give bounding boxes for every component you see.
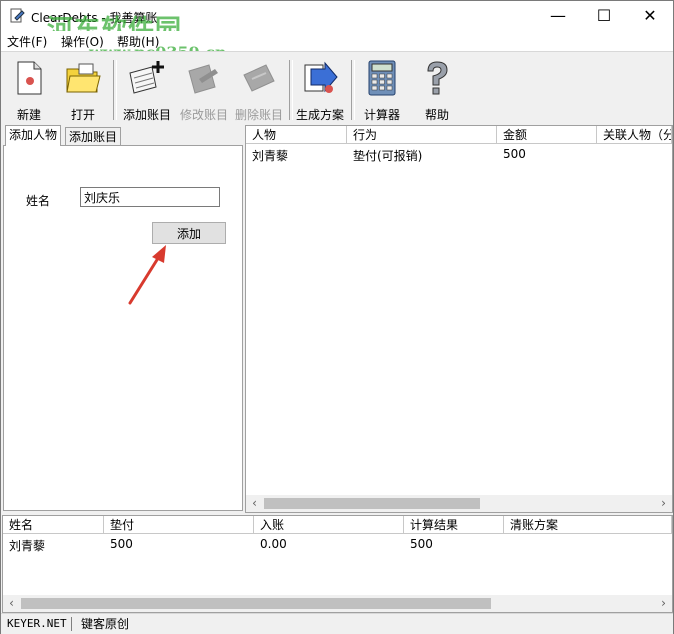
cell-advance: 500 — [110, 537, 133, 551]
name-label: 姓名 — [26, 194, 51, 208]
status-divider — [71, 617, 72, 631]
edit-note-icon — [188, 64, 218, 94]
accounts-list[interactable]: 人物 行为 金额 关联人物（分 刘青藜 垫付(可报销) 500 ‹ › — [245, 125, 673, 513]
scroll-left-icon[interactable]: ‹ — [246, 495, 263, 512]
help-question-icon — [427, 61, 448, 95]
help-label: 帮助 — [424, 108, 449, 122]
close-button[interactable]: ✕ — [627, 1, 673, 31]
annotation-arrow-icon — [128, 245, 166, 305]
help-button[interactable]: 帮助 — [413, 57, 461, 123]
col-header-person[interactable]: 人物 — [246, 126, 347, 144]
edit-account-button[interactable]: 修改账目 — [176, 57, 232, 123]
col-header-amount[interactable]: 金额 — [497, 126, 597, 144]
cell-action: 垫付(可报销) — [353, 149, 423, 163]
maximize-button[interactable]: ☐ — [581, 1, 627, 31]
minimize-button[interactable]: — — [535, 1, 581, 31]
title-bar: ClearDebts - 我善算账 河东软件园 — ☐ ✕ — [1, 1, 673, 45]
generate-plan-button[interactable]: 生成方案 — [293, 57, 347, 123]
add-account-label: 添加账目 — [122, 108, 171, 122]
col-header-action[interactable]: 行为 — [347, 126, 497, 144]
generate-plan-label: 生成方案 — [295, 108, 344, 122]
open-button[interactable]: 打开 — [59, 57, 107, 123]
tab-add-account[interactable]: 添加账目 — [65, 127, 122, 146]
col-header-advance[interactable]: 垫付 — [104, 516, 254, 534]
app-icon — [10, 8, 25, 23]
scroll-right-icon[interactable]: › — [655, 495, 672, 512]
delete-account-label: 删除账目 — [234, 108, 283, 122]
col-header-income[interactable]: 入账 — [254, 516, 404, 534]
scroll-thumb[interactable] — [264, 498, 480, 509]
generate-arrow-icon — [304, 61, 338, 93]
toolbar-separator — [113, 60, 117, 120]
col-header-plan[interactable]: 清账方案 — [504, 516, 672, 534]
delete-account-button[interactable]: 删除账目 — [231, 57, 287, 123]
new-document-icon — [17, 61, 42, 95]
col-header-result[interactable]: 计算结果 — [404, 516, 504, 534]
status-author: 键客原创 — [81, 617, 130, 631]
app-window: ClearDebts - 我善算账 河东软件园 — ☐ ✕ 文件(F) 操作(O… — [0, 0, 674, 634]
new-button[interactable]: 新建 — [5, 57, 53, 123]
cell-income: 0.00 — [260, 537, 287, 551]
summary-hscrollbar[interactable]: ‹ › — [3, 595, 672, 612]
cell-person: 刘青藜 — [252, 149, 289, 163]
tab-add-person[interactable]: 添加人物 — [5, 125, 62, 146]
toolbar: 新建 打开 添加账目 修改账目 删除账目 生成方案 计算器 帮助 — [1, 51, 673, 126]
scroll-right-icon[interactable]: › — [655, 595, 672, 612]
cell-name: 刘青藜 — [9, 539, 46, 553]
menu-file[interactable]: 文件(F) — [7, 33, 47, 50]
edit-account-label: 修改账目 — [179, 108, 228, 122]
left-panel: 添加人物 添加账目 姓名 刘庆乐 添加 — [1, 125, 243, 511]
open-folder-icon — [66, 63, 101, 93]
calculator-label: 计算器 — [363, 108, 400, 122]
calculator-button[interactable]: 计算器 — [357, 57, 407, 123]
add-person-page: 姓名 刘庆乐 添加 — [3, 145, 243, 511]
add-account-button[interactable]: 添加账目 — [119, 57, 175, 123]
new-label: 新建 — [16, 108, 41, 122]
scroll-thumb[interactable] — [21, 598, 491, 609]
status-bar: KEYER.NET 键客原创 — [1, 613, 673, 634]
accounts-hscrollbar[interactable]: ‹ › — [246, 495, 672, 512]
delete-note-icon — [243, 64, 275, 92]
scroll-left-icon[interactable]: ‹ — [3, 595, 20, 612]
cell-result: 500 — [410, 537, 433, 551]
col-header-name[interactable]: 姓名 — [3, 516, 104, 534]
status-site: KEYER.NET — [7, 617, 67, 630]
cell-amount: 500 — [503, 147, 526, 161]
add-note-icon — [129, 61, 164, 94]
summary-list[interactable]: 姓名 垫付 入账 计算结果 清账方案 刘青藜 500 0.00 500 ‹ › — [2, 515, 673, 613]
toolbar-separator — [351, 60, 355, 120]
col-header-related[interactable]: 关联人物（分 — [597, 126, 672, 144]
open-label: 打开 — [70, 108, 95, 122]
name-input[interactable]: 刘庆乐 — [80, 187, 220, 207]
calculator-icon — [368, 60, 396, 96]
